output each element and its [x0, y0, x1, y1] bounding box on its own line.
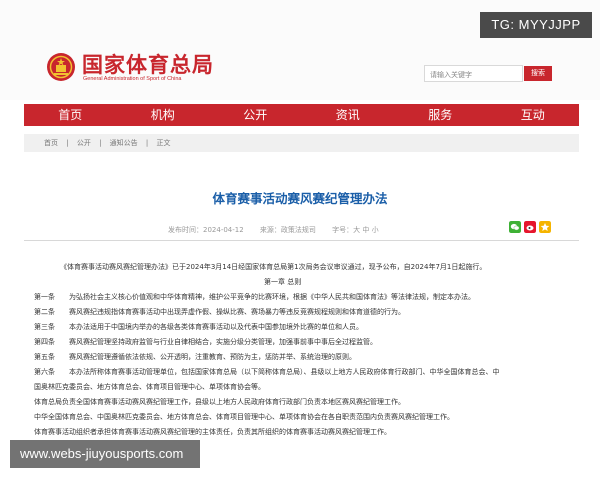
share-bar: [509, 221, 551, 233]
article-clause: 第三条 本办法适用于中国境内举办的各级各类体育赛事活动以及代表中国参加境外比赛的单…: [34, 322, 363, 332]
wechat-share-icon[interactable]: [509, 221, 521, 233]
breadcrumb-separator: |: [99, 139, 102, 147]
search-input[interactable]: 请输入关键字: [424, 65, 523, 82]
breadcrumb-separator: |: [66, 139, 69, 147]
breadcrumb: 首页 | 公开 | 通知公告 | 正文: [24, 134, 579, 152]
article-clause: 第五条 赛风赛纪管理遵循依法依规、公开透明，注重教育、预防为主，惩防并举、系统治理…: [34, 352, 356, 362]
nav-item-services[interactable]: 服务: [394, 104, 487, 126]
article-source: 来源：政策法规司: [259, 226, 316, 234]
clause-number: 第六条: [34, 368, 55, 376]
article-clause: 第六条 本办法所称体育赛事活动管理单位，包括国家体育总局（以下简称体育总局）、县级…: [34, 367, 500, 377]
clause-text: 本办法适用于中国境内举办的各级各类体育赛事活动以及代表中国参加境外比赛的单位和人…: [69, 323, 363, 331]
article-meta: 发布时间：2024-04-12 来源：政策法规司 字号：大 中 小: [168, 225, 393, 235]
search-button[interactable]: 搜索: [524, 66, 552, 81]
article-clause: 第二条 赛风赛纪违规指体育赛事活动中出现弄虚作假、操纵比赛、赛场暴力等违反竞赛规程…: [34, 307, 405, 317]
clause-number: 第四条: [34, 338, 55, 346]
article-divider: [24, 240, 579, 241]
clause-text: 为弘扬社会主义核心价值观和中华体育精神，维护公平竞争的比赛环境，根据《中华人民共…: [69, 293, 475, 301]
article-clause: 第一条 为弘扬社会主义核心价值观和中华体育精神，维护公平竞争的比赛环境，根据《中华…: [34, 292, 475, 302]
clause-number: 第一条: [34, 293, 55, 301]
nav-item-organization[interactable]: 机构: [117, 104, 210, 126]
nav-item-interaction[interactable]: 互动: [487, 104, 580, 126]
clause-text: 本办法所称体育赛事活动管理单位，包括国家体育总局（以下简称体育总局）、县级以上地…: [69, 368, 500, 376]
qzone-share-icon[interactable]: [539, 221, 551, 233]
national-emblem-icon: [47, 53, 75, 81]
breadcrumb-current: 正文: [156, 139, 171, 147]
font-size-controls[interactable]: 字号：大 中 小: [332, 226, 378, 234]
publish-date: 发布时间：2024-04-12: [168, 226, 244, 234]
main-nav: 首页 机构 公开 资讯 服务 互动: [24, 104, 579, 126]
clause-continuation: 国奥林匹克委员会、地方体育总会、体育项目管理中心、单项体育协会等。: [34, 383, 265, 391]
site-watermark: www.webs-jiuyousports.com: [10, 440, 200, 468]
nav-item-home[interactable]: 首页: [24, 104, 117, 126]
page: 国家体育总局 General Administration of Sport o…: [0, 0, 600, 480]
clause-number: 第三条: [34, 323, 55, 331]
clause-continuation: 体育总局负责全国体育赛事活动赛风赛纪管理工作，县级以上地方人民政府体育行政部门负…: [34, 398, 405, 406]
breadcrumb-disclosure[interactable]: 公开: [77, 139, 91, 147]
nav-item-disclosure[interactable]: 公开: [209, 104, 302, 126]
article-clause: 第四条 赛风赛纪管理坚持政府监管与行业自律相结合，实施分级分类管理，加强事前事中事…: [34, 337, 377, 347]
clause-text: 赛风赛纪违规指体育赛事活动中出现弄虚作假、操纵比赛、赛场暴力等违反竞赛规程规则和…: [69, 308, 405, 316]
clause-text: 赛风赛纪管理遵循依法依规、公开透明，注重教育、预防为主，惩防并举、系统治理的原则…: [69, 353, 356, 361]
breadcrumb-separator: |: [145, 139, 149, 147]
site-title-english: General Administration of Sport of China: [83, 76, 182, 82]
breadcrumb-notices[interactable]: 通知公告: [110, 139, 138, 147]
clause-text: 赛风赛纪管理坚持政府监管与行业自律相结合，实施分级分类管理，加强事前事中事后全过…: [69, 338, 377, 346]
site-title[interactable]: 国家体育总局: [82, 49, 214, 79]
article-intro: 《体育赛事活动赛风赛纪管理办法》已于2024年3月14日经国家体育总局第1次局务…: [60, 263, 487, 271]
clause-continuation: 中华全国体育总会、中国奥林匹克委员会、地方体育总会、体育项目管理中心、单项体育协…: [34, 413, 454, 421]
nav-item-news[interactable]: 资讯: [302, 104, 395, 126]
tg-badge: TG: MYYJJPP: [480, 12, 592, 38]
article-title: 体育赛事活动赛风赛纪管理办法: [212, 191, 388, 206]
chapter-heading: 第一章 总则: [264, 278, 302, 286]
clause-number: 第二条: [34, 308, 55, 316]
clause-continuation: 体育赛事活动组织者承担体育赛事活动赛风赛纪管理的主体责任，负责其所组织的体育赛事…: [34, 428, 391, 436]
weibo-share-icon[interactable]: [524, 221, 536, 233]
clause-number: 第五条: [34, 353, 55, 361]
breadcrumb-home[interactable]: 首页: [44, 139, 58, 147]
